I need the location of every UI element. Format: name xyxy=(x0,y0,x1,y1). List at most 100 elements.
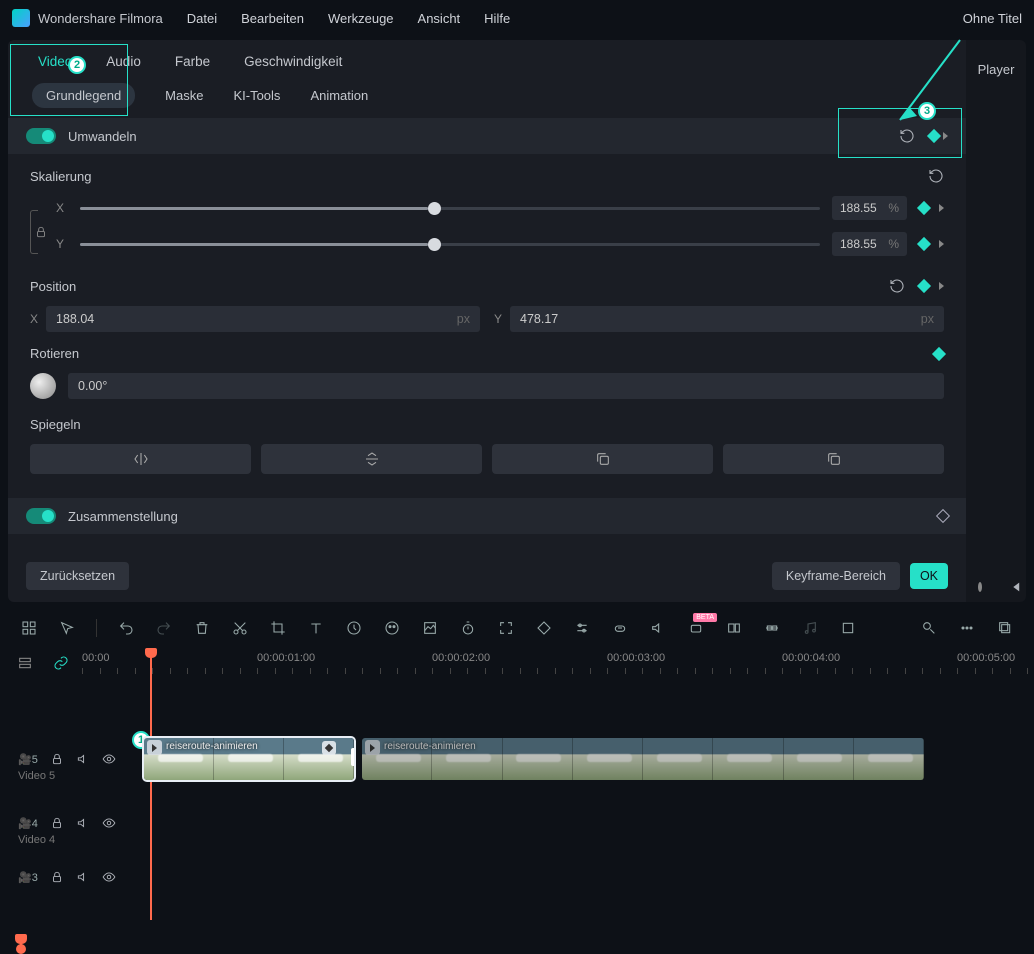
track-row-video4: 🎥4 Video 4 xyxy=(14,804,1020,858)
section-composite-header: Zusammenstellung xyxy=(8,498,966,534)
subtab-animation[interactable]: Animation xyxy=(310,88,368,103)
tabs-primary: Video Audio Farbe Geschwindigkeit xyxy=(8,40,966,75)
menu-view[interactable]: Ansicht xyxy=(418,11,461,26)
align-icon[interactable] xyxy=(763,619,781,637)
record-icon[interactable] xyxy=(978,582,982,592)
timer-icon[interactable] xyxy=(459,619,477,637)
more-icon[interactable] xyxy=(958,619,976,637)
time-ruler[interactable]: 00:00 00:00:01:00 00:00:02:00 00:00:03:0… xyxy=(82,650,1020,686)
track3-lock-icon[interactable] xyxy=(50,870,64,884)
subtab-mask[interactable]: Maske xyxy=(165,88,203,103)
clip-2[interactable]: reiseroute-animieren xyxy=(362,738,924,780)
clip-end-handle[interactable] xyxy=(351,748,354,766)
flip-vertical-button[interactable] xyxy=(261,444,482,474)
square-icon[interactable] xyxy=(839,619,857,637)
lock-aspect-icon[interactable] xyxy=(34,225,48,239)
tab-audio[interactable]: Audio xyxy=(106,54,141,69)
copy1-button[interactable] xyxy=(492,444,713,474)
track-mute-icon[interactable] xyxy=(76,752,90,766)
menu-file[interactable]: Datei xyxy=(187,11,217,26)
composite-keyframe-icon[interactable] xyxy=(936,509,950,523)
tab-color[interactable]: Farbe xyxy=(175,54,210,69)
player-prev-icon[interactable] xyxy=(1010,580,1024,594)
app-name: Wondershare Filmora xyxy=(38,11,163,26)
filmora-logo-icon xyxy=(12,9,30,27)
track-cam-icon: 🎥5 xyxy=(18,753,38,766)
tag-icon[interactable] xyxy=(535,619,553,637)
tab-speed[interactable]: Geschwindigkeit xyxy=(244,54,342,69)
cut-icon[interactable] xyxy=(231,619,249,637)
scale-x-value[interactable]: 188.55% xyxy=(832,196,907,220)
crop-icon[interactable] xyxy=(269,619,287,637)
rotate-knob[interactable] xyxy=(30,373,56,399)
timeline-link-icon[interactable] xyxy=(52,654,70,672)
cursor-icon[interactable] xyxy=(58,619,76,637)
text-icon[interactable] xyxy=(307,619,325,637)
scaling-title: Skalierung xyxy=(30,169,91,184)
controls-icon[interactable] xyxy=(573,619,591,637)
pos-y-input[interactable]: 478.17px xyxy=(510,306,944,332)
scale-x-keyframe-icon[interactable] xyxy=(917,201,931,215)
track4-lock-icon[interactable] xyxy=(50,816,64,830)
menu-edit[interactable]: Bearbeiten xyxy=(241,11,304,26)
position-label-row: Position xyxy=(30,278,944,294)
subtab-basic[interactable]: Grundlegend xyxy=(32,83,135,108)
track4-mute-icon[interactable] xyxy=(76,816,90,830)
color-icon[interactable] xyxy=(383,619,401,637)
ok-button[interactable]: OK xyxy=(910,563,948,589)
track-eye-icon[interactable] xyxy=(102,752,116,766)
position-next-kf-icon[interactable] xyxy=(939,282,944,290)
scale-y-value[interactable]: 188.55% xyxy=(832,232,907,256)
music-icon[interactable] xyxy=(801,619,819,637)
speed-icon[interactable] xyxy=(345,619,363,637)
track-label: Video 5 xyxy=(18,770,136,782)
position-reset-icon[interactable] xyxy=(889,278,905,294)
timeline-layout-icon[interactable] xyxy=(16,654,34,672)
stack-icon[interactable] xyxy=(996,619,1014,637)
reset-button[interactable]: Zurücksetzen xyxy=(26,562,129,590)
tabs-secondary: Grundlegend Maske KI-Tools Animation xyxy=(8,75,966,118)
scale-x-label: X xyxy=(56,201,68,215)
undo-icon[interactable] xyxy=(117,619,135,637)
audio-icon[interactable] xyxy=(649,619,667,637)
mirror-label-row: Spiegeln xyxy=(30,417,944,432)
delete-icon[interactable] xyxy=(193,619,211,637)
scale-x-next-kf-icon[interactable] xyxy=(939,204,944,212)
rotate-input[interactable]: 0.00° xyxy=(68,373,944,399)
keyframe-range-button[interactable]: Keyframe-Bereich xyxy=(772,562,900,590)
fullscreen-icon[interactable] xyxy=(497,619,515,637)
scale-y-slider[interactable] xyxy=(80,243,820,246)
layout-icon[interactable] xyxy=(20,619,38,637)
pos-x-input[interactable]: 188.04px xyxy=(46,306,480,332)
copy2-button[interactable] xyxy=(723,444,944,474)
beta-feature-icon[interactable]: BETA xyxy=(687,619,705,637)
annotation-arrow xyxy=(830,40,970,143)
scale-y-keyframe-icon[interactable] xyxy=(917,237,931,251)
scale-x-slider[interactable] xyxy=(80,207,820,210)
transform-toggle[interactable] xyxy=(26,128,56,144)
position-keyframe-icon[interactable] xyxy=(917,279,931,293)
track3-mute-icon[interactable] xyxy=(76,870,90,884)
composite-toggle[interactable] xyxy=(26,508,56,524)
group-icon[interactable] xyxy=(725,619,743,637)
track4-label: Video 4 xyxy=(18,834,136,846)
voice-icon[interactable] xyxy=(611,619,629,637)
clip-selected[interactable]: reiseroute-animieren xyxy=(144,738,354,780)
menu-help[interactable]: Hilfe xyxy=(484,11,510,26)
rotate-keyframe-icon[interactable] xyxy=(932,346,946,360)
scaling-label-row: Skalierung xyxy=(30,168,944,184)
scale-y-next-kf-icon[interactable] xyxy=(939,240,944,248)
fx1-icon[interactable] xyxy=(920,619,938,637)
rotate-label-row: Rotieren xyxy=(30,346,944,361)
track4-eye-icon[interactable] xyxy=(102,816,116,830)
menu-tools[interactable]: Werkzeuge xyxy=(328,11,394,26)
track-lock-icon[interactable] xyxy=(50,752,64,766)
inspector-panel: Video Audio Farbe Geschwindigkeit Grundl… xyxy=(8,40,966,602)
tab-video[interactable]: Video xyxy=(38,54,72,69)
track3-eye-icon[interactable] xyxy=(102,870,116,884)
subtab-ai-tools[interactable]: KI-Tools xyxy=(233,88,280,103)
flip-horizontal-button[interactable] xyxy=(30,444,251,474)
adjust-icon[interactable] xyxy=(421,619,439,637)
redo-icon[interactable] xyxy=(155,619,173,637)
scaling-reset-icon[interactable] xyxy=(928,168,944,184)
